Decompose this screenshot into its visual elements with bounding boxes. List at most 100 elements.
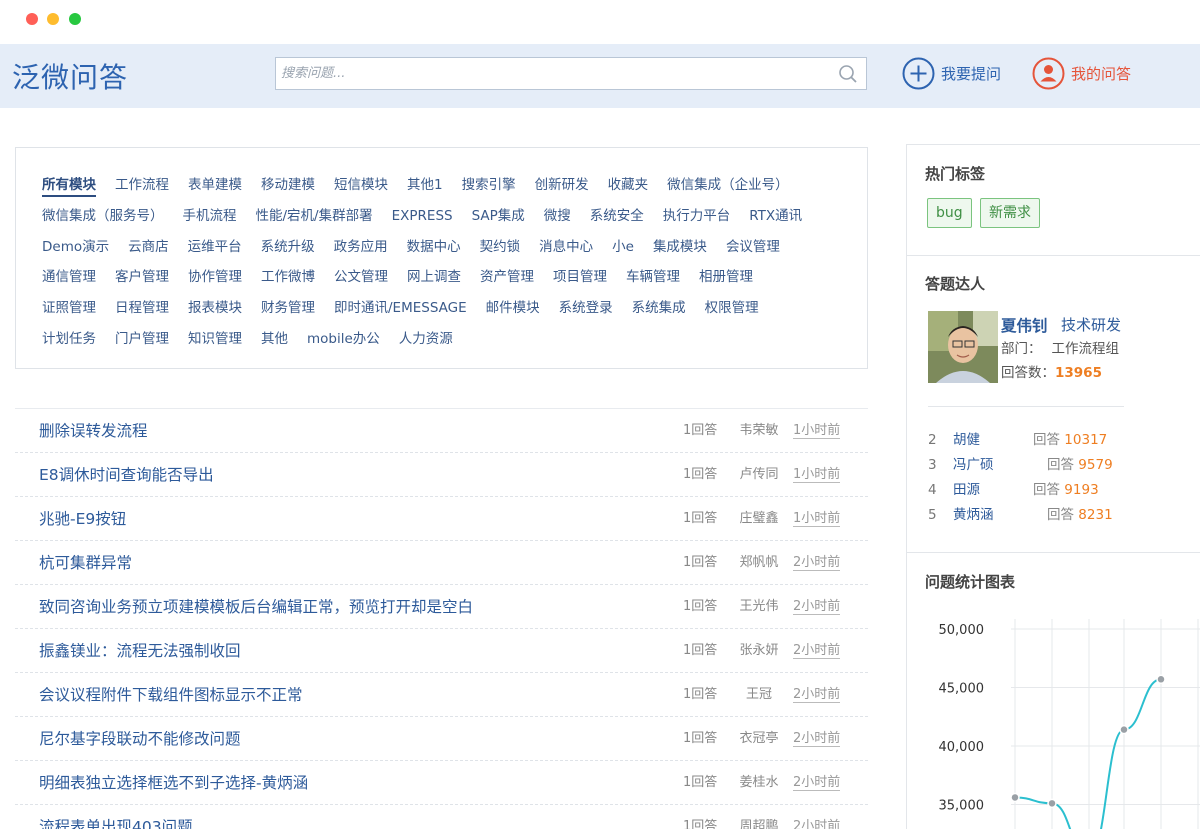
brand-title[interactable]: 泛微问答 (12, 56, 128, 96)
module-item[interactable]: 计划任务 (42, 324, 96, 355)
search-input[interactable] (276, 58, 826, 89)
asker-name[interactable]: 韦荣敏 (731, 409, 787, 453)
module-item[interactable]: 证照管理 (42, 293, 96, 324)
module-item[interactable]: 数据中心 (407, 232, 461, 263)
question-row[interactable]: 兆驰-E9按钮 1回答 庄璧鑫 1小时前 (15, 497, 868, 541)
question-title[interactable]: 兆驰-E9按钮 (39, 497, 126, 541)
module-item[interactable]: 通信管理 (42, 262, 96, 293)
ranking-expert-name[interactable]: 田源 (953, 478, 980, 502)
module-item[interactable]: 运维平台 (188, 232, 242, 263)
module-item[interactable]: 会议管理 (726, 232, 780, 263)
search-box[interactable] (275, 57, 867, 90)
module-item[interactable]: SAP集成 (472, 201, 525, 232)
question-row[interactable]: 删除误转发流程 1回答 韦荣敏 1小时前 (15, 409, 868, 453)
question-row[interactable]: 尼尔基字段联动不能修改问题 1回答 衣冠亭 2小时前 (15, 717, 868, 761)
module-item[interactable]: 相册管理 (699, 262, 753, 293)
module-item[interactable]: 日程管理 (115, 293, 169, 324)
question-title[interactable]: 流程表单出现403问题 (39, 805, 193, 829)
my-questions-button[interactable]: 我的问答 (1032, 56, 1131, 90)
question-row[interactable]: 流程表单出现403问题 1回答 周超鹏 2小时前 (15, 805, 868, 829)
question-row[interactable]: 明细表独立选择框选不到子选择-黄炳涵 1回答 姜桂水 2小时前 (15, 761, 868, 805)
module-item[interactable]: 车辆管理 (626, 262, 680, 293)
asker-name[interactable]: 张永妍 (731, 629, 787, 673)
module-item[interactable]: 公文管理 (334, 262, 388, 293)
asker-name[interactable]: 姜桂水 (731, 761, 787, 805)
question-title[interactable]: 杭可集群异常 (39, 541, 132, 585)
module-item-active[interactable]: 所有模块 (42, 170, 96, 201)
ranking-expert-name[interactable]: 胡健 (953, 428, 980, 452)
asker-name[interactable]: 王光伟 (731, 585, 787, 629)
asker-name[interactable]: 衣冠亭 (731, 717, 787, 761)
module-item[interactable]: 客户管理 (115, 262, 169, 293)
module-item[interactable]: 其他1 (407, 170, 443, 201)
question-row[interactable]: 振鑫镁业：流程无法强制收回 1回答 张永妍 2小时前 (15, 629, 868, 673)
question-title[interactable]: 会议议程附件下载组件图标显示不正常 (39, 673, 303, 717)
module-item[interactable]: 其他 (261, 324, 288, 355)
ranking-expert-name[interactable]: 黄炳涵 (953, 503, 994, 527)
question-title[interactable]: 致同咨询业务预立项建模模板后台编辑正常，预览打开却是空白 (39, 585, 473, 629)
module-item[interactable]: 邮件模块 (486, 293, 540, 324)
module-item[interactable]: mobile办公 (307, 324, 380, 355)
question-title[interactable]: 振鑫镁业：流程无法强制收回 (39, 629, 241, 673)
top-expert-avatar[interactable] (928, 311, 998, 383)
zoom-window-button[interactable] (69, 13, 81, 25)
module-item[interactable]: 权限管理 (705, 293, 759, 324)
module-item[interactable]: 人力资源 (399, 324, 453, 355)
module-item[interactable]: 性能/宕机/集群部署 (256, 201, 373, 232)
asker-name[interactable]: 卢传同 (731, 453, 787, 497)
module-item[interactable]: EXPRESS (392, 201, 453, 232)
module-item[interactable]: 系统安全 (590, 201, 644, 232)
tag-new-requirement[interactable]: 新需求 (980, 198, 1040, 228)
minimize-window-button[interactable] (47, 13, 59, 25)
close-window-button[interactable] (26, 13, 38, 25)
question-row[interactable]: 会议议程附件下载组件图标显示不正常 1回答 王冠 2小时前 (15, 673, 868, 717)
tag-bug[interactable]: bug (927, 198, 972, 228)
module-item[interactable]: 即时通讯/EMESSAGE (334, 293, 467, 324)
module-item[interactable]: 小e (612, 232, 634, 263)
question-title[interactable]: E8调休时间查询能否导出 (39, 453, 214, 497)
asker-name[interactable]: 王冠 (731, 673, 787, 717)
module-item[interactable]: RTX通讯 (749, 201, 802, 232)
module-item[interactable]: Demo演示 (42, 232, 109, 263)
question-title[interactable]: 尼尔基字段联动不能修改问题 (39, 717, 241, 761)
search-icon[interactable] (838, 64, 858, 84)
module-item[interactable]: 消息中心 (539, 232, 593, 263)
module-item[interactable]: 契约锁 (480, 232, 521, 263)
question-title[interactable]: 删除误转发流程 (39, 409, 148, 453)
ask-question-button[interactable]: 我要提问 (902, 56, 1001, 90)
module-item[interactable]: 工作流程 (115, 170, 169, 201)
asker-name[interactable]: 庄璧鑫 (731, 497, 787, 541)
module-item[interactable]: 微信集成（企业号） (667, 170, 789, 201)
module-item[interactable]: 集成模块 (653, 232, 707, 263)
question-title[interactable]: 明细表独立选择框选不到子选择-黄炳涵 (39, 761, 308, 805)
module-item[interactable]: 网上调查 (407, 262, 461, 293)
question-row[interactable]: E8调休时间查询能否导出 1回答 卢传同 1小时前 (15, 453, 868, 497)
ranking-expert-name[interactable]: 冯广硕 (953, 453, 994, 477)
module-item[interactable]: 门户管理 (115, 324, 169, 355)
module-item[interactable]: 政务应用 (334, 232, 388, 263)
module-item[interactable]: 财务管理 (261, 293, 315, 324)
module-item[interactable]: 报表模块 (188, 293, 242, 324)
module-item[interactable]: 系统登录 (559, 293, 613, 324)
question-row[interactable]: 致同咨询业务预立项建模模板后台编辑正常，预览打开却是空白 1回答 王光伟 2小时前 (15, 585, 868, 629)
module-item[interactable]: 短信模块 (334, 170, 388, 201)
asker-name[interactable]: 郑帆帆 (731, 541, 787, 585)
module-item[interactable]: 移动建模 (261, 170, 315, 201)
question-row[interactable]: 杭可集群异常 1回答 郑帆帆 2小时前 (15, 541, 868, 585)
module-item[interactable]: 协作管理 (188, 262, 242, 293)
module-item[interactable]: 表单建模 (188, 170, 242, 201)
module-item[interactable]: 微信集成（服务号） (42, 201, 164, 232)
top-expert-name[interactable]: 夏伟钊 (1001, 314, 1048, 336)
module-item[interactable]: 系统集成 (632, 293, 686, 324)
module-item[interactable]: 云商店 (128, 232, 169, 263)
module-item[interactable]: 执行力平台 (663, 201, 731, 232)
module-item[interactable]: 工作微博 (261, 262, 315, 293)
module-item[interactable]: 项目管理 (553, 262, 607, 293)
module-item[interactable]: 搜索引擎 (462, 170, 516, 201)
module-item[interactable]: 系统升级 (261, 232, 315, 263)
asker-name[interactable]: 周超鹏 (731, 805, 787, 829)
module-item[interactable]: 手机流程 (183, 201, 237, 232)
module-item[interactable]: 资产管理 (480, 262, 534, 293)
module-item[interactable]: 创新研发 (535, 170, 589, 201)
module-item[interactable]: 收藏夹 (608, 170, 649, 201)
